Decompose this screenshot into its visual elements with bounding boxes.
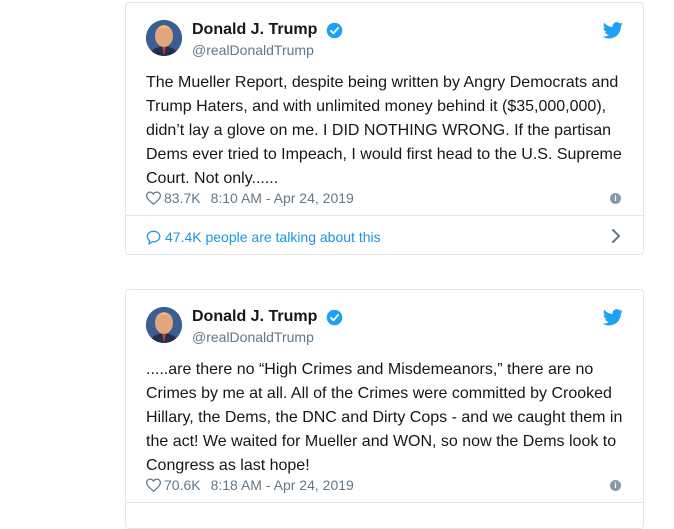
info-icon[interactable]: i bbox=[610, 480, 621, 491]
tweet-meta: 83.7K 8:10 AM - Apr 24, 2019 bbox=[146, 189, 354, 207]
tweet-text: .....are there no “High Crimes and Misde… bbox=[146, 361, 623, 474]
verified-icon bbox=[326, 309, 343, 326]
tweet-text: The Mueller Report, despite being writte… bbox=[146, 74, 622, 187]
author-name[interactable]: Donald J. Trump bbox=[192, 307, 317, 327]
author-handle[interactable]: @realDonaldTrump bbox=[192, 328, 314, 346]
twitter-bird-icon[interactable] bbox=[602, 22, 624, 40]
verified-icon bbox=[326, 22, 343, 39]
tweet-card[interactable]: Donald J. Trump @realDonaldTrump The Mue… bbox=[125, 2, 644, 255]
comment-bubble-icon bbox=[146, 230, 161, 245]
avatar[interactable] bbox=[146, 307, 182, 343]
chevron-right-icon[interactable] bbox=[611, 229, 621, 243]
divider bbox=[126, 215, 643, 216]
talking-text[interactable]: 47.4K people are talking about this bbox=[165, 228, 381, 246]
talking-link[interactable]: 47.4K people are talking about this bbox=[146, 228, 381, 246]
tweet-timestamp[interactable]: 8:18 AM - Apr 24, 2019 bbox=[211, 476, 354, 494]
like-count[interactable]: 70.6K bbox=[164, 476, 201, 494]
like-count[interactable]: 83.7K bbox=[164, 189, 201, 207]
divider bbox=[126, 502, 643, 503]
info-icon[interactable]: i bbox=[610, 193, 621, 204]
twitter-bird-icon[interactable] bbox=[602, 309, 624, 327]
author-handle[interactable]: @realDonaldTrump bbox=[192, 41, 314, 59]
tweet-meta: 70.6K 8:18 AM - Apr 24, 2019 bbox=[146, 476, 354, 494]
tweet-timestamp[interactable]: 8:10 AM - Apr 24, 2019 bbox=[211, 189, 354, 207]
author-name[interactable]: Donald J. Trump bbox=[192, 20, 317, 40]
avatar[interactable] bbox=[146, 20, 182, 56]
heart-icon[interactable] bbox=[146, 478, 161, 492]
tweet-card[interactable]: Donald J. Trump @realDonaldTrump .....ar… bbox=[125, 289, 644, 529]
heart-icon[interactable] bbox=[146, 191, 161, 205]
